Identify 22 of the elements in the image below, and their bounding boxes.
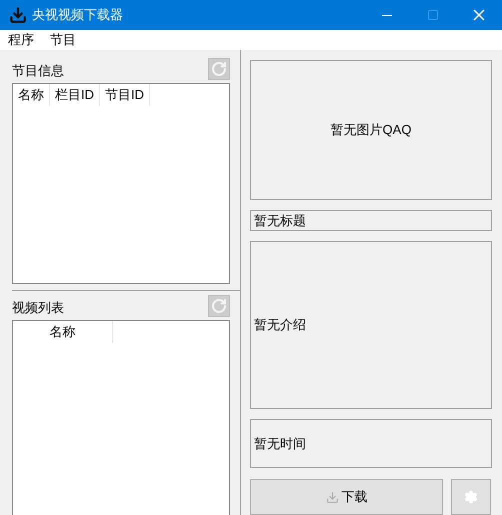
menu-item[interactable]: 程序	[0, 30, 42, 50]
download-icon	[326, 490, 338, 504]
menu-item[interactable]: 节目	[42, 30, 84, 50]
column-header[interactable]: 名称	[13, 321, 113, 343]
maximize-icon	[427, 9, 439, 21]
section-title: 视频列表	[12, 298, 64, 316]
refresh-icon	[211, 298, 227, 314]
column-header[interactable]: 节目ID	[100, 84, 150, 106]
settings-button[interactable]	[451, 479, 491, 515]
window-title: 央视视频下载器	[32, 6, 123, 24]
refresh-icon	[211, 61, 227, 77]
download-button[interactable]: 下载	[250, 479, 443, 515]
column-header[interactable]: 名称	[13, 84, 50, 106]
time-text: 暂无时间	[250, 418, 492, 468]
minimize-icon	[382, 14, 392, 16]
column-header[interactable]: 栏目ID	[50, 84, 100, 106]
settings-icon	[464, 490, 478, 504]
image-panel: 暂无图片QAQ	[250, 60, 492, 200]
section-title: 节目信息	[12, 62, 64, 80]
title-text: 暂无标题	[250, 210, 492, 232]
intro-text: 暂无介绍	[250, 241, 492, 409]
download-icon	[9, 6, 27, 24]
